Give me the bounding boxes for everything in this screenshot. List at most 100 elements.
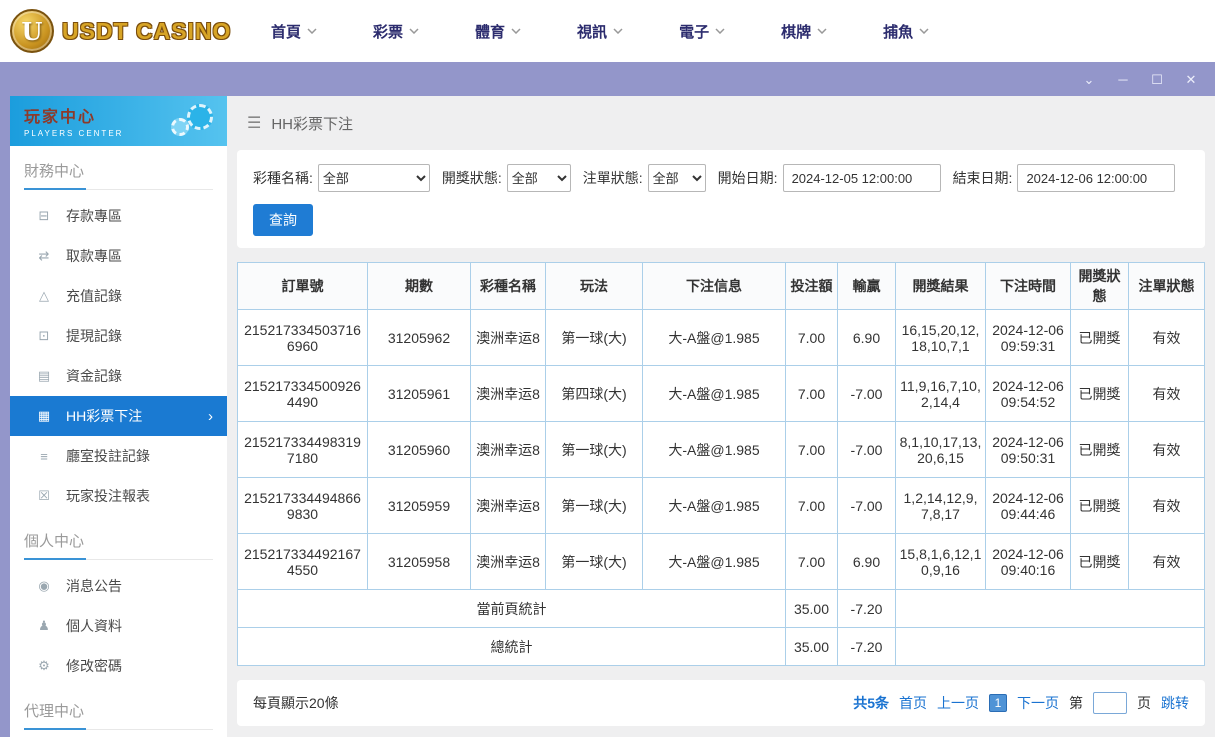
nav-item-lottery[interactable]: 彩票 bbox=[373, 21, 419, 42]
poker-chip-icon bbox=[187, 104, 213, 130]
cell-lottery: 澳洲幸运8 bbox=[470, 477, 546, 534]
page-summary-amount: 35.00 bbox=[785, 589, 838, 628]
window-close-icon[interactable]: ✕ bbox=[1183, 73, 1199, 86]
total-summary-row: 總統計 35.00 -7.20 bbox=[237, 627, 1205, 666]
sidebar: 玩家中心 PLAYERS CENTER 財務中心 ⊟ 存款專區 ⇄ 取款專區 △… bbox=[10, 96, 227, 737]
cell-order-no: 2152173344948669830 bbox=[237, 477, 368, 534]
jump-suffix-label: 页 bbox=[1137, 695, 1151, 711]
sidebar-item-label: 廳室投註記錄 bbox=[66, 448, 150, 464]
cell-amount: 7.00 bbox=[785, 421, 838, 478]
cell-win-loss: -7.00 bbox=[837, 365, 896, 422]
cell-period: 31205958 bbox=[367, 533, 471, 590]
chevron-down-icon bbox=[307, 28, 317, 34]
room-bet-record-icon: ≡ bbox=[40, 448, 48, 464]
sidebar-item-funds-record[interactable]: ▤ 資金記錄 bbox=[10, 356, 227, 396]
jump-button[interactable]: 跳转 bbox=[1161, 693, 1189, 713]
cell-bet-time: 2024-12-06 09:40:16 bbox=[985, 533, 1071, 590]
window-minimize-icon[interactable]: ─ bbox=[1115, 73, 1131, 86]
cell-lottery: 澳洲幸运8 bbox=[470, 533, 546, 590]
cell-lottery: 澳洲幸运8 bbox=[470, 309, 546, 366]
nav-item-video[interactable]: 視訊 bbox=[577, 21, 623, 42]
cell-draw-status: 已開獎 bbox=[1070, 365, 1129, 422]
sidebar-item-label: 玩家投注報表 bbox=[66, 488, 150, 504]
page-summary-empty bbox=[895, 589, 1205, 628]
nav-item-sports[interactable]: 體育 bbox=[475, 21, 521, 42]
cell-bet-info: 大-A盤@1.985 bbox=[642, 477, 786, 534]
sidebar-item-withdraw[interactable]: ⇄ 取款專區 bbox=[10, 236, 227, 276]
first-page-link[interactable]: 首页 bbox=[899, 693, 927, 713]
sidebar-item-bet-report[interactable]: ☒ 玩家投注報表 bbox=[10, 476, 227, 516]
next-page-link[interactable]: 下一页 bbox=[1017, 693, 1059, 713]
sidebar-item-hh-lottery-bet[interactable]: ▦ HH彩票下注 › bbox=[10, 396, 227, 436]
hamburger-menu-icon[interactable]: ☰ bbox=[247, 113, 261, 133]
nav-item-home[interactable]: 首頁 bbox=[271, 21, 317, 42]
main-menu: 首頁 彩票 體育 視訊 電子 棋牌 捕魚 bbox=[271, 21, 929, 42]
cell-draw-status: 已開獎 bbox=[1070, 309, 1129, 366]
cell-play: 第一球(大) bbox=[545, 477, 643, 534]
cell-bet-time: 2024-12-06 09:54:52 bbox=[985, 365, 1071, 422]
player-center-subtitle: PLAYERS CENTER bbox=[24, 129, 124, 138]
cell-order-status: 有效 bbox=[1128, 533, 1205, 590]
player-center-header: 玩家中心 PLAYERS CENTER bbox=[10, 96, 227, 146]
bell-icon: ◉ bbox=[38, 578, 50, 593]
current-page-badge[interactable]: 1 bbox=[989, 694, 1007, 712]
sidebar-item-label: 消息公告 bbox=[66, 578, 122, 594]
sidebar-item-deposit[interactable]: ⊟ 存款專區 bbox=[10, 196, 227, 236]
jump-prefix-label: 第 bbox=[1069, 695, 1083, 711]
chevron-down-icon bbox=[919, 28, 929, 34]
cell-draw-status: 已開獎 bbox=[1070, 421, 1129, 478]
header-play: 玩法 bbox=[545, 262, 643, 310]
order-status-select-label: 注單狀態: bbox=[582, 170, 643, 186]
nav-label: 首頁 bbox=[271, 23, 302, 41]
nav-label: 棋牌 bbox=[781, 23, 812, 41]
cell-amount: 7.00 bbox=[785, 477, 838, 534]
window-collapse-icon[interactable]: ⌄ bbox=[1081, 73, 1097, 86]
sidebar-item-topup-record[interactable]: △ 充值記錄 bbox=[10, 276, 227, 316]
sidebar-item-change-password[interactable]: ⚙ 修改密碼 bbox=[10, 646, 227, 686]
logo-text: USDT CASINO bbox=[62, 17, 232, 44]
cell-bet-time: 2024-12-06 09:59:31 bbox=[985, 309, 1071, 366]
lottery-select[interactable]: 全部 bbox=[317, 164, 430, 192]
chevron-down-icon bbox=[409, 28, 419, 34]
header-period: 期數 bbox=[367, 262, 471, 310]
cell-amount: 7.00 bbox=[785, 309, 838, 366]
table-row: 2152173344983197180 31205960 澳洲幸运8 第一球(大… bbox=[237, 421, 1205, 478]
sidebar-item-label: 充值記錄 bbox=[66, 288, 122, 304]
nav-item-cards[interactable]: 棋牌 bbox=[781, 21, 827, 42]
person-icon: ♟ bbox=[38, 618, 50, 633]
nav-item-slots[interactable]: 電子 bbox=[679, 21, 725, 42]
cell-result: 1,2,14,12,9,7,8,17 bbox=[895, 477, 986, 534]
sidebar-item-label: 提現記錄 bbox=[66, 328, 122, 344]
cell-win-loss: 6.90 bbox=[837, 309, 896, 366]
order-status-select[interactable]: 全部 bbox=[647, 164, 706, 192]
draw-status-select[interactable]: 全部 bbox=[506, 164, 571, 192]
sidebar-item-room-bet-record[interactable]: ≡ 廳室投註記錄 bbox=[10, 436, 227, 476]
cell-play: 第一球(大) bbox=[545, 533, 643, 590]
start-date-input[interactable] bbox=[782, 164, 941, 192]
end-date-input[interactable] bbox=[1017, 164, 1176, 192]
window-titlebar: ⌄ ─ ☐ ✕ bbox=[0, 62, 1215, 96]
nav-item-fishing[interactable]: 捕魚 bbox=[883, 21, 929, 42]
prev-page-link[interactable]: 上一页 bbox=[937, 693, 979, 713]
main-area: 玩家中心 PLAYERS CENTER 財務中心 ⊟ 存款專區 ⇄ 取款專區 △… bbox=[0, 96, 1215, 737]
filter-panel: 彩種名稱: 全部 開獎狀態: 全部 注單狀態: 全部 開始日期: 結束日期: 查… bbox=[237, 150, 1205, 248]
cell-period: 31205961 bbox=[367, 365, 471, 422]
window-maximize-icon[interactable]: ☐ bbox=[1149, 73, 1165, 86]
cell-order-no: 2152173344921674550 bbox=[237, 533, 368, 590]
cell-play: 第一球(大) bbox=[545, 309, 643, 366]
search-button[interactable]: 查詢 bbox=[253, 204, 313, 236]
cell-period: 31205960 bbox=[367, 421, 471, 478]
sidebar-item-withdraw-record[interactable]: ⊡ 提現記錄 bbox=[10, 316, 227, 356]
chevron-down-icon bbox=[817, 28, 827, 34]
cell-bet-info: 大-A盤@1.985 bbox=[642, 365, 786, 422]
sidebar-item-profile[interactable]: ♟ 個人資料 bbox=[10, 606, 227, 646]
logo-icon: U bbox=[10, 9, 54, 53]
cell-order-status: 有效 bbox=[1128, 365, 1205, 422]
header-draw-status: 開獎狀態 bbox=[1070, 262, 1129, 310]
withdraw-record-icon: ⊡ bbox=[38, 328, 50, 343]
bet-report-icon: ☒ bbox=[38, 488, 50, 503]
cell-result: 16,15,20,12,18,10,7,1 bbox=[895, 309, 986, 366]
sidebar-item-announcements[interactable]: ◉ 消息公告 bbox=[10, 566, 227, 606]
page-jump-input[interactable] bbox=[1093, 692, 1127, 714]
end-date-label: 結束日期: bbox=[952, 170, 1013, 186]
